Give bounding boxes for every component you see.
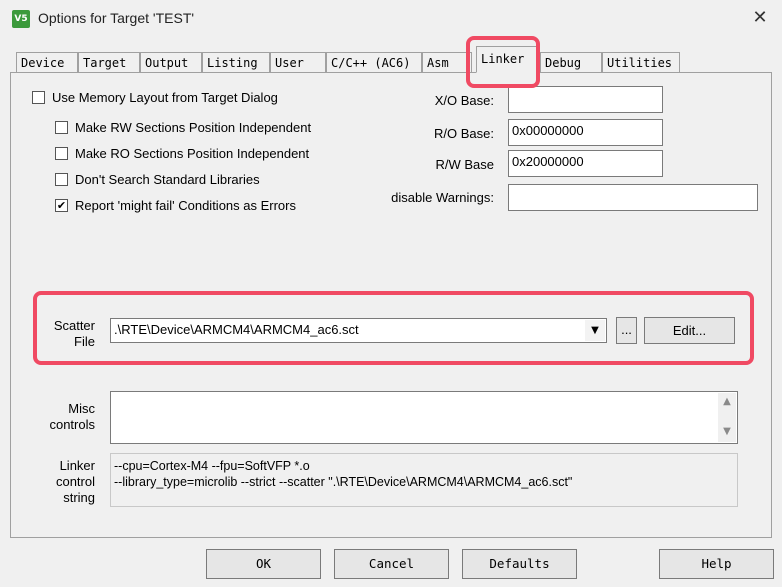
use-memory-layout-label: Use Memory Layout from Target Dialog xyxy=(52,90,278,105)
ro-independent-label: Make RO Sections Position Independent xyxy=(75,146,310,161)
scatter-label-line2: File xyxy=(74,334,95,349)
tab-utilities[interactable]: Utilities xyxy=(602,52,680,72)
tab-user[interactable]: User xyxy=(270,52,326,72)
ro-base-label: R/O Base: xyxy=(434,126,494,141)
tab-device[interactable]: Device xyxy=(16,52,78,72)
title-bar: V5 Options for Target 'TEST' ✕ xyxy=(0,0,782,38)
disable-warnings-label: disable Warnings: xyxy=(391,190,494,205)
linker-string-line2: --library_type=microlib --strict --scatt… xyxy=(114,475,573,489)
rw-independent-label: Make RW Sections Position Independent xyxy=(75,120,312,135)
linker-control-string-field: --cpu=Cortex-M4 --fpu=SoftVFP *.o --libr… xyxy=(110,453,738,507)
linker-label-line3: string xyxy=(63,490,95,505)
report-might-fail-checkbox[interactable]: ✔ xyxy=(55,199,68,212)
use-memory-layout-checkbox[interactable] xyxy=(32,91,45,104)
scatter-label-line1: Scatter xyxy=(53,318,95,333)
misc-label-line1: Misc xyxy=(68,401,95,416)
dont-search-libs-label: Don't Search Standard Libraries xyxy=(75,172,260,187)
help-button[interactable]: Help xyxy=(659,549,774,579)
misc-controls-label: Misc controls xyxy=(40,401,95,433)
close-icon[interactable]: ✕ xyxy=(750,8,770,28)
linker-tab-highlight xyxy=(466,36,540,88)
dont-search-libs-checkbox[interactable] xyxy=(55,173,68,186)
xo-base-label: X/O Base: xyxy=(434,93,494,108)
linker-label-line2: control xyxy=(55,474,95,489)
linker-string-scrollbar xyxy=(718,455,736,505)
scatter-browse-button[interactable]: ... xyxy=(616,317,637,344)
scatter-file-label: Scatter File xyxy=(40,318,95,350)
checkmark-icon: ✔ xyxy=(56,199,67,212)
ro-base-field[interactable]: 0x00000000 xyxy=(508,119,663,146)
rw-base-label: R/W Base xyxy=(435,157,494,172)
tab-asm[interactable]: Asm xyxy=(422,52,472,72)
cancel-button[interactable]: Cancel xyxy=(334,549,449,579)
scroll-up-icon[interactable]: ▲ xyxy=(718,393,736,411)
linker-string-line1: --cpu=Cortex-M4 --fpu=SoftVFP *.o xyxy=(114,459,310,473)
linker-label-line1: Linker xyxy=(59,458,95,473)
app-icon: V5 xyxy=(12,10,30,28)
report-might-fail-label: Report 'might fail' Conditions as Errors xyxy=(75,198,296,213)
chevron-down-icon[interactable]: ▼ xyxy=(585,320,605,341)
scroll-down-icon[interactable]: ▼ xyxy=(718,423,736,441)
window-title: Options for Target 'TEST' xyxy=(38,10,195,26)
defaults-button[interactable]: Defaults xyxy=(462,549,577,579)
rw-independent-checkbox[interactable] xyxy=(55,121,68,134)
tab-debug[interactable]: Debug xyxy=(540,52,602,72)
rw-base-field[interactable]: 0x20000000 xyxy=(508,150,663,177)
ro-independent-checkbox[interactable] xyxy=(55,147,68,160)
scatter-file-value: .\RTE\Device\ARMCM4\ARMCM4_ac6.sct xyxy=(114,322,359,337)
tab-target[interactable]: Target xyxy=(78,52,140,72)
misc-label-line2: controls xyxy=(49,417,95,432)
disable-warnings-field[interactable] xyxy=(508,184,758,211)
misc-scrollbar[interactable]: ▲ ▼ xyxy=(718,393,736,442)
linker-control-string-label: Linker control string xyxy=(40,458,95,506)
scatter-file-combobox[interactable]: .\RTE\Device\ARMCM4\ARMCM4_ac6.sct xyxy=(110,318,607,343)
tab-listing[interactable]: Listing xyxy=(202,52,270,72)
scatter-edit-button[interactable]: Edit... xyxy=(644,317,735,344)
xo-base-field[interactable] xyxy=(508,86,663,113)
tab-cpp[interactable]: C/C++ (AC6) xyxy=(326,52,422,72)
tab-output[interactable]: Output xyxy=(140,52,202,72)
misc-controls-field[interactable] xyxy=(110,391,738,444)
ok-button[interactable]: OK xyxy=(206,549,321,579)
